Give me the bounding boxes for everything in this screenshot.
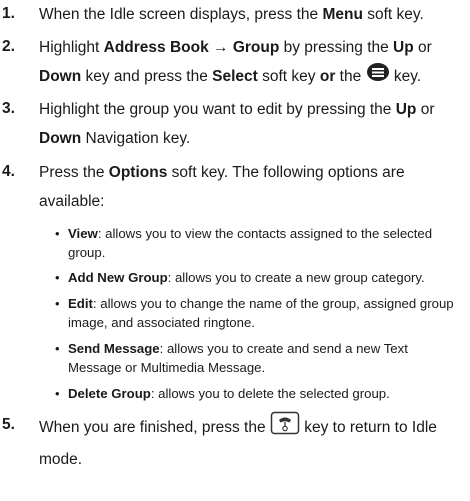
down-key-term: Down xyxy=(39,130,82,147)
text-run: soft key xyxy=(257,68,320,86)
instruction-page: 1. When the Idle screen displays, press … xyxy=(0,0,470,501)
text-run: or xyxy=(413,39,432,56)
menu-ok-key-icon xyxy=(366,62,390,92)
text-run: or xyxy=(416,101,435,118)
text-run: When you are finished, press the xyxy=(39,419,270,437)
up-key-term: Up xyxy=(393,39,414,56)
step-text: Highlight Address Book → Group by pressi… xyxy=(39,33,460,92)
bullet: • xyxy=(55,341,60,356)
option-desc: : allows you to delete the selected grou… xyxy=(150,386,390,401)
text-run: Highlight the group you want to edit by … xyxy=(39,101,396,118)
step-text: When the Idle screen displays, press the… xyxy=(39,0,460,29)
step-number: 4. xyxy=(2,163,15,180)
text-run: Press the xyxy=(39,164,109,181)
step-text: Highlight the group you want to edit by … xyxy=(39,95,460,153)
text-run: Highlight xyxy=(39,39,104,56)
step-number: 3. xyxy=(2,100,15,117)
text-run: Navigation key. xyxy=(81,130,191,147)
select-key-term: Select xyxy=(212,68,258,86)
option-term: View xyxy=(68,226,98,241)
text-run: When the Idle screen displays, press the xyxy=(39,6,323,23)
option-item-view: • View: allows you to view the contacts … xyxy=(55,224,460,262)
option-desc: : allows you to view the contacts assign… xyxy=(68,226,433,260)
text-run: soft key. xyxy=(362,6,424,23)
text-run: key. xyxy=(389,68,422,86)
end-power-key-icon xyxy=(270,411,300,445)
step-number: 1. xyxy=(2,5,15,22)
down-key-term: Down xyxy=(39,68,82,86)
text-run: key and press the xyxy=(81,68,213,86)
option-term: Add New Group xyxy=(68,270,168,285)
step-number: 5. xyxy=(2,416,15,433)
step-number: 2. xyxy=(2,38,15,55)
option-desc: : allows you to create a new group categ… xyxy=(167,270,425,285)
bullet: • xyxy=(55,386,60,401)
up-key-term: Up xyxy=(395,101,417,118)
option-item-add-new-group: • Add New Group: allows you to create a … xyxy=(55,268,460,287)
bullet: • xyxy=(55,296,60,311)
bullet: • xyxy=(55,226,60,241)
text-run: the xyxy=(335,68,366,86)
step-text: Press the Options soft key. The followin… xyxy=(39,158,460,216)
option-item-send-message: • Send Message: allows you to create and… xyxy=(55,339,460,377)
text-run: by pressing the xyxy=(279,39,394,56)
step-text: When you are finished, press the key to … xyxy=(39,411,460,474)
option-term: Edit xyxy=(68,296,93,311)
bullet: • xyxy=(55,270,60,285)
option-term: Send Message xyxy=(68,341,160,356)
option-term: Delete Group xyxy=(68,386,151,401)
options-key-term: Options xyxy=(108,164,168,181)
menu-key-term: Menu xyxy=(322,6,363,23)
option-item-delete-group: • Delete Group: allows you to delete the… xyxy=(55,384,460,403)
option-desc: : allows you to change the name of the g… xyxy=(68,296,454,330)
or-term: or xyxy=(319,68,336,86)
option-item-edit: • Edit: allows you to change the name of… xyxy=(55,294,460,332)
address-book-term: Address Book → Group xyxy=(103,39,280,56)
